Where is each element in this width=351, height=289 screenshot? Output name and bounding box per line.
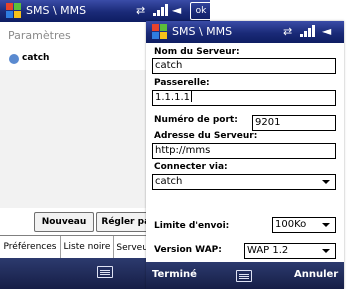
account-icon (9, 54, 19, 64)
server-name-input[interactable]: catch (152, 58, 336, 74)
connectivity-icon[interactable]: ⇄ (136, 5, 149, 16)
back-window-title: SMS \ MMS (26, 4, 87, 17)
volume-icon[interactable]: ◄ (172, 3, 181, 17)
keyboard-icon[interactable] (236, 270, 252, 282)
new-button[interactable]: Nouveau (34, 212, 94, 232)
wap-version-label: Version WAP: (154, 245, 222, 255)
signal-strength-icon[interactable] (153, 4, 169, 16)
gateway-label: Passerelle: (154, 78, 210, 88)
signal-strength-icon[interactable] (300, 25, 316, 37)
port-input[interactable]: 9201 (252, 115, 336, 131)
connectivity-icon[interactable]: ⇄ (283, 26, 296, 37)
ok-button[interactable]: ok (190, 2, 212, 20)
front-screen: SMS \ MMS ⇄ ◄ Nom du Serveur: catch Pass… (146, 21, 344, 289)
account-name: catch (22, 53, 50, 63)
windows-start-icon[interactable] (152, 24, 168, 40)
send-limit-label: Limite d'envoi: (154, 221, 230, 231)
windows-start-icon[interactable] (6, 3, 22, 19)
volume-icon[interactable]: ◄ (322, 24, 331, 38)
wap-version-select[interactable]: WAP 1.2 (244, 243, 336, 259)
send-limit-value: 100Ko (275, 219, 307, 230)
page-heading-text: Paramètres (8, 29, 71, 42)
chevron-down-icon (322, 180, 330, 184)
text-caret (191, 91, 192, 102)
server-name-label: Nom du Serveur: (154, 47, 240, 57)
done-softkey[interactable]: Terminé (152, 269, 197, 280)
front-title-bar: SMS \ MMS ⇄ ◄ (146, 21, 344, 43)
server-address-input[interactable]: http://mms (152, 143, 336, 159)
chevron-down-icon (322, 223, 330, 227)
server-address-label: Adresse du Serveur: (154, 131, 258, 141)
connect-via-value: catch (155, 176, 183, 187)
tab-preferences[interactable]: Préférences (0, 236, 61, 258)
send-limit-select[interactable]: 100Ko (272, 217, 336, 233)
front-window-title: SMS \ MMS (172, 25, 233, 38)
tab-blacklist[interactable]: Liste noire (61, 236, 114, 258)
connect-via-select[interactable]: catch (152, 174, 336, 190)
chevron-down-icon (322, 249, 330, 253)
wap-version-value: WAP 1.2 (247, 245, 289, 256)
cancel-softkey[interactable]: Annuler (294, 269, 338, 280)
back-title-bar: SMS \ MMS ⇄ ◄ ok (0, 0, 212, 22)
port-label: Numéro de port: (154, 115, 238, 125)
server-settings-form: Nom du Serveur: catch Passerelle: 1.1.1.… (146, 43, 344, 262)
keyboard-icon[interactable] (97, 266, 113, 278)
gateway-input[interactable]: 1.1.1.1 (152, 90, 336, 106)
gateway-value: 1.1.1.1 (155, 92, 190, 103)
front-softkey-bar: Terminé Annuler (146, 262, 344, 289)
connect-via-label: Connecter via: (154, 162, 228, 172)
